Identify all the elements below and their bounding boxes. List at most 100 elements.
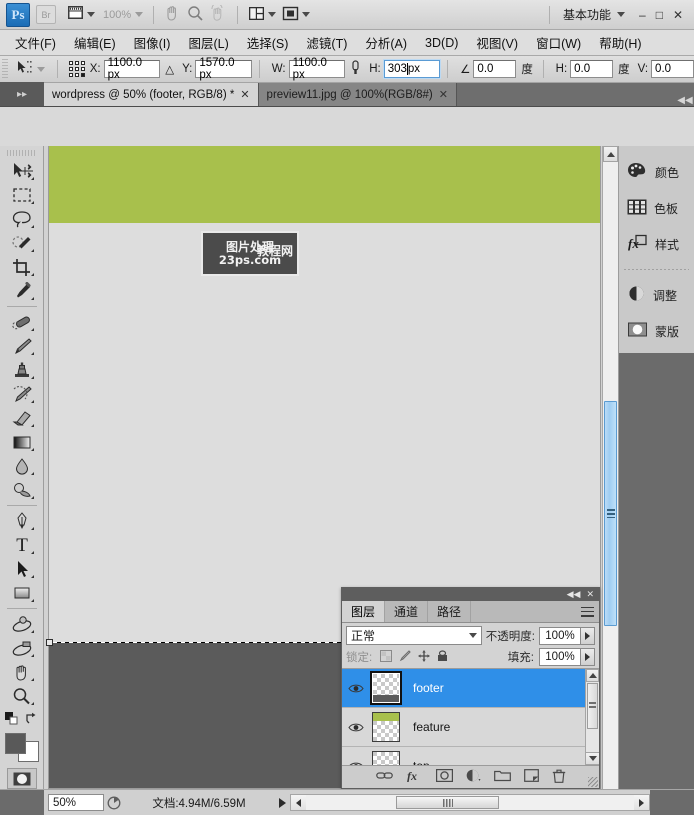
dock-item-swatches[interactable]: 色板: [619, 190, 694, 226]
layer-visibility-toggle[interactable]: [344, 761, 368, 765]
h-input[interactable]: 303 px: [382, 59, 442, 79]
dock-item-adjustments[interactable]: 调整: [619, 277, 694, 313]
type-tool[interactable]: T: [8, 533, 36, 557]
zoom-tool[interactable]: [8, 684, 36, 708]
move-tool[interactable]: [8, 159, 36, 183]
rotate-3d-camera-tool[interactable]: [8, 636, 36, 660]
x-input[interactable]: 1100.0 px: [103, 57, 161, 81]
panel-menu-icon[interactable]: [581, 606, 594, 617]
menu-filter[interactable]: 滤镜(T): [297, 30, 356, 55]
history-brush-tool[interactable]: [8, 382, 36, 406]
layers-scroll-thumb[interactable]: [587, 683, 598, 729]
zoom-level-selector[interactable]: 100%: [98, 4, 146, 26]
scroll-right-button[interactable]: [634, 795, 649, 810]
table-row[interactable]: top: [342, 747, 599, 765]
layer-name[interactable]: footer: [404, 681, 444, 695]
layer-list[interactable]: footer feature top: [342, 668, 599, 765]
collapse-panels-icon[interactable]: ◀◀: [676, 95, 694, 106]
zoom-tool-button[interactable]: [184, 4, 207, 26]
hscroll-thumb[interactable]: [396, 796, 499, 809]
rectangular-marquee-tool[interactable]: [8, 183, 36, 207]
layers-scroll-down-button[interactable]: [585, 752, 599, 765]
rectangle-tool[interactable]: [8, 581, 36, 605]
new-layer-button[interactable]: [523, 769, 539, 785]
hand-tool[interactable]: [8, 660, 36, 684]
link-wh-icon[interactable]: [345, 60, 364, 78]
dodge-tool[interactable]: [8, 478, 36, 502]
hand-tool-button[interactable]: [161, 4, 184, 26]
minimize-button[interactable]: –: [639, 8, 646, 22]
opacity-control[interactable]: 100%: [539, 626, 595, 645]
scroll-up-button[interactable]: [603, 146, 618, 162]
gradient-tool[interactable]: [8, 430, 36, 454]
close-icon[interactable]: ✕: [439, 88, 448, 101]
panel-tab-layers[interactable]: 图层: [342, 601, 386, 622]
fill-control[interactable]: 100%: [539, 648, 595, 666]
swap-colors-icon[interactable]: [26, 712, 38, 727]
blur-tool[interactable]: [8, 454, 36, 478]
layers-panel-titlebar[interactable]: ◀◀ ✕: [342, 588, 599, 601]
menu-file[interactable]: 文件(F): [6, 30, 65, 55]
brush-tool[interactable]: [8, 334, 36, 358]
arrange-documents-button[interactable]: [245, 4, 279, 26]
reference-point-selector[interactable]: [68, 60, 85, 78]
opacity-value[interactable]: 100%: [539, 626, 581, 645]
layer-thumbnail[interactable]: [372, 712, 400, 742]
close-button[interactable]: ✕: [673, 8, 683, 22]
layer-thumbnail-wrap[interactable]: [368, 749, 404, 765]
view-extras-button[interactable]: [64, 4, 98, 26]
current-tool-preset[interactable]: [11, 60, 50, 78]
scroll-thumb[interactable]: [604, 401, 617, 626]
opacity-spinner[interactable]: [581, 626, 595, 645]
options-bar-grip[interactable]: [2, 59, 9, 79]
adjustment-layer-button[interactable]: [466, 769, 481, 785]
canvas-horizontal-scrollbar[interactable]: [290, 794, 650, 811]
dock-item-styles[interactable]: fx 样式: [619, 226, 694, 262]
zoom-input[interactable]: 50%: [48, 794, 104, 811]
table-row[interactable]: footer: [342, 669, 599, 708]
menu-select[interactable]: 选择(S): [238, 30, 298, 55]
scroll-left-button[interactable]: [291, 795, 306, 810]
panel-tab-channels[interactable]: 通道: [385, 601, 429, 622]
toolbox-grip[interactable]: [6, 150, 37, 157]
layer-thumbnail[interactable]: [372, 751, 400, 765]
transform-handle-left[interactable]: [46, 639, 53, 646]
delete-layer-button[interactable]: [552, 769, 566, 786]
menu-3d[interactable]: 3D(D): [416, 33, 467, 53]
link-layers-button[interactable]: [375, 770, 394, 784]
dock-item-color[interactable]: 颜色: [619, 154, 694, 190]
menu-window[interactable]: 窗口(W): [527, 30, 590, 55]
skew-h-input[interactable]: 0.0: [570, 60, 614, 78]
panel-resize-handle[interactable]: [588, 777, 598, 787]
lock-image-icon[interactable]: [399, 649, 411, 665]
panel-tab-paths[interactable]: 路径: [428, 601, 472, 622]
close-icon[interactable]: ✕: [586, 589, 594, 600]
layer-thumbnail-wrap[interactable]: [368, 671, 404, 705]
menu-help[interactable]: 帮助(H): [590, 30, 650, 55]
lock-all-icon[interactable]: [437, 649, 448, 665]
layer-name[interactable]: feature: [404, 720, 450, 734]
blend-mode-select[interactable]: 正常: [346, 626, 482, 645]
close-icon[interactable]: ✕: [240, 88, 249, 101]
clone-stamp-tool[interactable]: [8, 358, 36, 382]
table-row[interactable]: feature: [342, 708, 599, 747]
w-input[interactable]: 1100.0 px: [288, 57, 346, 81]
launch-bridge-button[interactable]: Br: [36, 5, 56, 24]
collapse-icon[interactable]: ◀◀: [567, 589, 581, 600]
fill-spinner[interactable]: [581, 648, 595, 666]
layer-thumbnail-wrap[interactable]: [368, 710, 404, 744]
workspace-selector[interactable]: 基本功能 – □ ✕: [542, 5, 694, 24]
fill-value[interactable]: 100%: [539, 648, 581, 666]
y-input[interactable]: 1570.0 px: [195, 57, 252, 81]
spot-healing-brush-tool[interactable]: [8, 310, 36, 334]
rotate-view-tool-button[interactable]: [207, 2, 230, 26]
quick-mask-toggle[interactable]: [6, 768, 37, 789]
path-selection-tool[interactable]: [8, 557, 36, 581]
screen-mode-button[interactable]: [279, 4, 313, 26]
canvas-vertical-scrollbar[interactable]: [602, 146, 618, 789]
lock-position-icon[interactable]: [418, 650, 430, 665]
layer-mask-button[interactable]: [435, 769, 453, 785]
pen-tool[interactable]: [8, 509, 36, 533]
layers-scrollbar[interactable]: [585, 669, 599, 765]
layer-thumbnail[interactable]: [370, 671, 402, 705]
